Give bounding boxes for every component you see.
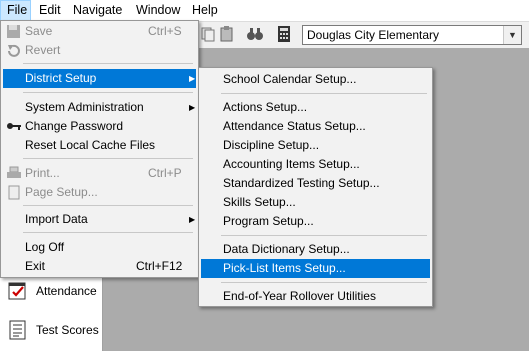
menu-item-revert[interactable]: Revert bbox=[3, 41, 196, 60]
paste-icon[interactable] bbox=[218, 25, 236, 43]
menu-separator bbox=[23, 205, 193, 206]
menu-help[interactable]: Help bbox=[186, 0, 224, 21]
menu-edit[interactable]: Edit bbox=[33, 0, 67, 21]
submenu-item-school-calendar[interactable]: School Calendar Setup... bbox=[201, 70, 430, 89]
submenu-item-label: Pick-List Items Setup... bbox=[223, 261, 346, 275]
menu-item-save[interactable]: Save Ctrl+S bbox=[3, 22, 196, 41]
submenu-item-end-of-year-rollover[interactable]: End-of-Year Rollover Utilities bbox=[201, 287, 430, 306]
attendance-icon bbox=[8, 282, 26, 300]
submenu-item-pick-list-items[interactable]: Pick-List Items Setup... bbox=[201, 259, 430, 278]
chevron-right-icon: ▶ bbox=[189, 74, 196, 83]
menu-item-district-setup[interactable]: District Setup ▶ bbox=[3, 69, 196, 88]
menu-navigate[interactable]: Navigate bbox=[67, 0, 128, 21]
menu-item-system-administration-label: System Administration bbox=[25, 100, 144, 114]
menu-separator bbox=[221, 282, 427, 283]
menu-item-import-data[interactable]: Import Data ▶ bbox=[3, 210, 196, 229]
calculator-icon[interactable] bbox=[275, 25, 293, 43]
menu-item-log-off-label: Log Off bbox=[25, 240, 65, 254]
submenu-item-label: Actions Setup... bbox=[223, 100, 308, 114]
menu-separator bbox=[221, 235, 427, 236]
submenu-item-label: Accounting Items Setup... bbox=[223, 157, 360, 171]
submenu-item-standardized-testing[interactable]: Standardized Testing Setup... bbox=[201, 174, 430, 193]
menu-item-print-label: Print... bbox=[25, 166, 60, 180]
menu-separator bbox=[23, 92, 193, 93]
chevron-down-icon[interactable]: ▼ bbox=[503, 26, 521, 44]
menu-item-revert-label: Revert bbox=[25, 43, 61, 57]
submenu-item-discipline[interactable]: Discipline Setup... bbox=[201, 136, 430, 155]
chevron-right-icon: ▶ bbox=[189, 215, 196, 224]
district-setup-submenu: School Calendar Setup... Actions Setup..… bbox=[198, 67, 433, 307]
menu-item-reset-cache-label: Reset Local Cache Files bbox=[25, 138, 156, 152]
menu-item-log-off[interactable]: Log Off bbox=[3, 238, 196, 257]
submenu-item-attendance-status[interactable]: Attendance Status Setup... bbox=[201, 117, 430, 136]
menu-item-exit-shortcut: Ctrl+F12 bbox=[136, 259, 183, 273]
binoculars-icon[interactable] bbox=[246, 25, 264, 43]
menu-item-change-password[interactable]: Change Password bbox=[3, 117, 196, 136]
submenu-item-label: End-of-Year Rollover Utilities bbox=[223, 289, 376, 303]
menu-window-label: Window bbox=[136, 3, 181, 17]
submenu-item-label: School Calendar Setup... bbox=[223, 72, 357, 86]
submenu-item-label: Skills Setup... bbox=[223, 195, 296, 209]
menu-navigate-label: Navigate bbox=[73, 3, 123, 17]
chevron-right-icon: ▶ bbox=[189, 103, 196, 112]
nav-test-scores-label: Test Scores bbox=[36, 323, 99, 337]
menu-help-label: Help bbox=[192, 3, 218, 17]
submenu-item-program[interactable]: Program Setup... bbox=[201, 212, 430, 231]
page-setup-icon bbox=[8, 185, 20, 200]
copy-icon[interactable] bbox=[199, 25, 217, 43]
test-scores-icon bbox=[9, 320, 26, 340]
menu-separator bbox=[221, 93, 427, 94]
submenu-item-label: Data Dictionary Setup... bbox=[223, 242, 350, 256]
school-select[interactable]: Douglas City Elementary ▼ bbox=[302, 25, 522, 45]
submenu-item-accounting-items[interactable]: Accounting Items Setup... bbox=[201, 155, 430, 174]
menu-separator bbox=[23, 232, 193, 233]
menu-item-save-label: Save bbox=[25, 24, 53, 38]
keys-icon bbox=[7, 123, 21, 130]
menu-bar: File Edit Navigate Window Help bbox=[0, 0, 529, 22]
menu-item-exit[interactable]: Exit Ctrl+F12 bbox=[3, 257, 196, 276]
nav-attendance[interactable]: Attendance bbox=[4, 275, 100, 307]
submenu-item-skills[interactable]: Skills Setup... bbox=[201, 193, 430, 212]
menu-item-print-shortcut: Ctrl+P bbox=[148, 166, 182, 180]
print-icon bbox=[7, 166, 21, 178]
revert-icon bbox=[8, 44, 20, 57]
submenu-item-data-dictionary[interactable]: Data Dictionary Setup... bbox=[201, 240, 430, 259]
menu-item-page-setup-label: Page Setup... bbox=[25, 185, 98, 199]
submenu-item-label: Program Setup... bbox=[223, 214, 314, 228]
menu-window[interactable]: Window bbox=[130, 0, 186, 21]
menu-item-import-data-label: Import Data bbox=[25, 212, 88, 226]
submenu-item-label: Attendance Status Setup... bbox=[223, 119, 366, 133]
school-select-value: Douglas City Elementary bbox=[307, 28, 440, 42]
menu-item-print[interactable]: Print... Ctrl+P bbox=[3, 164, 196, 183]
menu-edit-label: Edit bbox=[39, 3, 61, 17]
menu-item-reset-cache[interactable]: Reset Local Cache Files bbox=[3, 136, 196, 155]
file-menu: Save Ctrl+S Revert District Setup ▶ Syst… bbox=[0, 20, 199, 278]
menu-item-change-password-label: Change Password bbox=[25, 119, 124, 133]
menu-separator bbox=[23, 63, 193, 64]
menu-file[interactable]: File bbox=[0, 0, 31, 21]
menu-item-exit-label: Exit bbox=[25, 259, 46, 273]
submenu-item-label: Standardized Testing Setup... bbox=[223, 176, 380, 190]
menu-item-district-setup-label: District Setup bbox=[25, 71, 97, 85]
nav-test-scores[interactable]: Test Scores bbox=[4, 314, 100, 346]
menu-item-save-shortcut: Ctrl+S bbox=[148, 24, 182, 38]
submenu-item-label: Discipline Setup... bbox=[223, 138, 320, 152]
menu-separator bbox=[23, 158, 193, 159]
menu-item-page-setup[interactable]: Page Setup... bbox=[3, 183, 196, 202]
save-icon bbox=[7, 25, 20, 38]
nav-attendance-label: Attendance bbox=[36, 284, 97, 298]
submenu-item-actions[interactable]: Actions Setup... bbox=[201, 98, 430, 117]
menu-item-system-administration[interactable]: System Administration ▶ bbox=[3, 98, 196, 117]
menu-file-label: File bbox=[7, 3, 28, 17]
